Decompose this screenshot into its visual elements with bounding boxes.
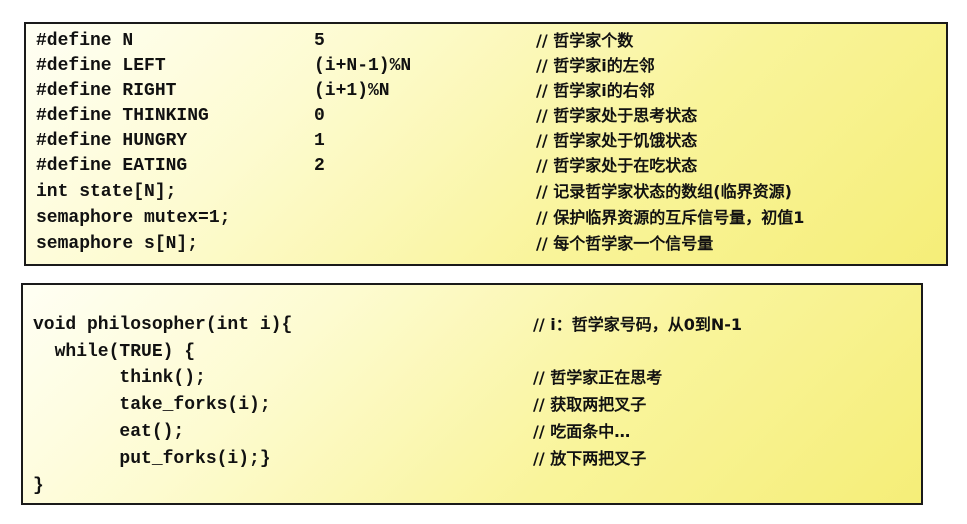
code-text: int state[N]; xyxy=(36,182,177,202)
code-text: #define THINKING xyxy=(36,106,209,126)
code-line: put_forks(i);} // 放下两把叉子 xyxy=(23,446,921,472)
code-comment: // 获取两把叉子 xyxy=(533,395,647,414)
define-value: (i+N-1)%N xyxy=(314,56,412,76)
code-text: semaphore s[N]; xyxy=(36,234,199,254)
define-value: 0 xyxy=(314,106,325,126)
code-line: } xyxy=(23,473,921,499)
code-text: } xyxy=(33,476,44,496)
code-comment: // 吃面条中… xyxy=(533,422,631,441)
code-comment: // 哲学家处于在吃状态 xyxy=(536,156,698,175)
define-value: 2 xyxy=(314,156,325,176)
code-text: eat(); xyxy=(33,422,185,442)
code-line: void philosopher(int i){ // i：哲学家号码，从0到N… xyxy=(23,312,921,338)
code-text: void philosopher(int i){ xyxy=(33,315,293,335)
code-line: int state[N]; // 记录哲学家状态的数组(临界资源) xyxy=(26,179,946,205)
code-text: #define HUNGRY xyxy=(36,131,188,151)
define-value: 1 xyxy=(314,131,325,151)
code-line: while(TRUE) { xyxy=(23,339,921,365)
philosopher-function-box: void philosopher(int i){ // i：哲学家号码，从0到N… xyxy=(21,283,923,505)
code-text: #define N xyxy=(36,31,134,51)
code-comment: // 哲学家个数 xyxy=(536,31,634,50)
code-line: #define HUNGRY 1 // 哲学家处于饥饿状态 xyxy=(26,128,946,154)
code-line: #define RIGHT (i+1)%N // 哲学家i的右邻 xyxy=(26,78,946,104)
code-text: put_forks(i);} xyxy=(33,449,271,469)
define-value: 5 xyxy=(314,31,325,51)
define-value: (i+1)%N xyxy=(314,81,390,101)
code-comment: // 每个哲学家一个信号量 xyxy=(536,234,714,253)
code-comment: // 放下两把叉子 xyxy=(533,449,647,468)
code-comment: // 哲学家处于思考状态 xyxy=(536,106,698,125)
code-line: think(); // 哲学家正在思考 xyxy=(23,365,921,391)
code-line: semaphore mutex=1; // 保护临界资源的互斥信号量，初值1 xyxy=(26,205,946,231)
code-line: #define EATING 2 // 哲学家处于在吃状态 xyxy=(26,153,946,179)
code-text: #define EATING xyxy=(36,156,188,176)
code-line: #define THINKING 0 // 哲学家处于思考状态 xyxy=(26,103,946,129)
code-comment: // 哲学家i的左邻 xyxy=(536,56,655,75)
code-text: #define LEFT xyxy=(36,56,166,76)
code-line: eat(); // 吃面条中… xyxy=(23,419,921,445)
code-text: while(TRUE) { xyxy=(33,342,196,362)
defines-code-box: #define N 5 // 哲学家个数 #define LEFT (i+N-1… xyxy=(24,22,948,266)
code-line: take_forks(i); // 获取两把叉子 xyxy=(23,392,921,418)
code-comment: // 哲学家i的右邻 xyxy=(536,81,655,100)
code-text: think(); xyxy=(33,368,206,388)
code-text: semaphore mutex=1; xyxy=(36,208,231,228)
code-comment: // 记录哲学家状态的数组(临界资源) xyxy=(536,182,792,201)
code-comment: // 保护临界资源的互斥信号量，初值1 xyxy=(536,208,805,227)
code-line: #define N 5 // 哲学家个数 xyxy=(26,28,946,54)
code-line: semaphore s[N]; // 每个哲学家一个信号量 xyxy=(26,231,946,257)
code-comment: // i：哲学家号码，从0到N-1 xyxy=(533,315,743,334)
code-comment: // 哲学家处于饥饿状态 xyxy=(536,131,698,150)
code-text: #define RIGHT xyxy=(36,81,177,101)
code-line: #define LEFT (i+N-1)%N // 哲学家i的左邻 xyxy=(26,53,946,79)
code-text: take_forks(i); xyxy=(33,395,271,415)
code-comment: // 哲学家正在思考 xyxy=(533,368,663,387)
